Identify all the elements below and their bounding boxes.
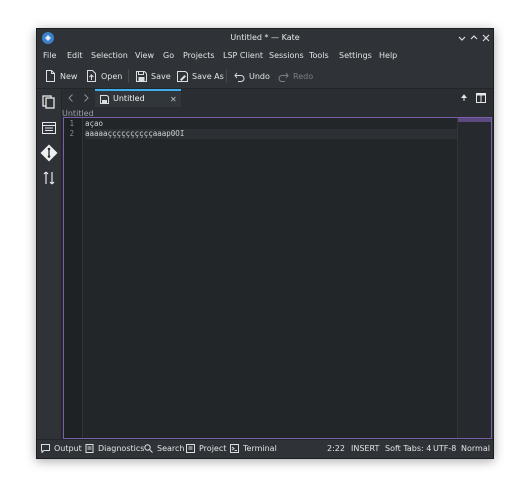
toolbar-separator xyxy=(128,69,129,83)
close-icon[interactable] xyxy=(480,32,492,44)
code-line-current[interactable]: aaaaaççççççççççaaap0OI xyxy=(85,129,457,139)
projects-icon[interactable] xyxy=(42,171,56,185)
output-button[interactable]: Output xyxy=(41,444,82,453)
undo-button[interactable]: Undo xyxy=(234,67,270,85)
save-as-button-label: Save As xyxy=(192,71,224,81)
line-number: 2 xyxy=(69,129,74,138)
save-icon xyxy=(100,95,109,104)
redo-icon xyxy=(278,72,289,82)
menu-projects[interactable]: Projects xyxy=(183,51,215,60)
menu-selection[interactable]: Selection xyxy=(91,51,128,60)
back-icon[interactable] xyxy=(66,93,76,103)
output-label: Output xyxy=(54,444,82,453)
menu-help[interactable]: Help xyxy=(379,51,397,60)
menu-edit[interactable]: Edit xyxy=(67,51,83,60)
status-bar: Output Diagnostics Search Project Termin… xyxy=(37,439,493,458)
save-button[interactable]: Save xyxy=(136,67,171,85)
open-button-label: Open xyxy=(101,71,123,81)
kate-window: Untitled * — Kate File Edit Selection Vi… xyxy=(36,28,494,459)
save-icon xyxy=(136,70,147,82)
menu-tools[interactable]: Tools xyxy=(309,51,329,60)
save-button-label: Save xyxy=(151,71,171,81)
tab-bar: Untitled ✕ xyxy=(62,89,493,107)
menu-sessions[interactable]: Sessions xyxy=(269,51,304,60)
tab-untitled[interactable]: Untitled ✕ xyxy=(95,89,181,107)
redo-button[interactable]: Redo xyxy=(278,67,313,85)
git-icon[interactable] xyxy=(40,144,58,162)
search-button[interactable]: Search xyxy=(144,444,184,453)
new-button[interactable]: New xyxy=(45,67,77,85)
documents-icon[interactable] xyxy=(42,95,56,109)
redo-button-label: Redo xyxy=(293,71,314,81)
minimap[interactable] xyxy=(457,118,491,438)
diagnostics-label: Diagnostics xyxy=(98,444,145,453)
menu-lsp-client[interactable]: LSP Client xyxy=(223,51,263,60)
menu-go[interactable]: Go xyxy=(163,51,174,60)
symbols-icon[interactable] xyxy=(42,121,56,135)
tab-label: Untitled xyxy=(113,94,145,103)
maximize-icon[interactable] xyxy=(468,32,480,44)
project-label: Project xyxy=(199,444,227,453)
input-mode[interactable]: INSERT xyxy=(351,444,379,453)
search-icon xyxy=(144,444,153,453)
project-icon xyxy=(186,444,195,453)
minimap-viewport[interactable] xyxy=(458,118,491,122)
left-sidebar xyxy=(37,89,62,439)
main-toolbar: New Open Save Save As Undo Redo xyxy=(37,64,493,89)
menu-bar: File Edit Selection View Go Projects LSP… xyxy=(37,48,493,64)
new-document-icon xyxy=(46,70,55,82)
tab-close-icon[interactable]: ✕ xyxy=(170,95,177,104)
cursor-position[interactable]: 2:22 xyxy=(327,444,345,453)
project-button[interactable]: Project xyxy=(186,444,226,453)
search-label: Search xyxy=(157,444,185,453)
terminal-icon xyxy=(230,444,239,453)
open-folder-icon xyxy=(87,70,96,82)
menu-view[interactable]: View xyxy=(135,51,154,60)
terminal-label: Terminal xyxy=(243,444,277,453)
diagnostics-icon xyxy=(85,444,94,453)
menu-settings[interactable]: Settings xyxy=(339,51,372,60)
open-button[interactable]: Open xyxy=(86,67,122,85)
window-title: Untitled * — Kate xyxy=(230,33,300,42)
undo-icon xyxy=(234,72,245,82)
code-line[interactable]: açao xyxy=(85,119,457,129)
diagnostics-button[interactable]: Diagnostics xyxy=(85,444,144,453)
title-bar[interactable]: Untitled * — Kate xyxy=(37,29,493,48)
save-as-icon xyxy=(177,70,188,82)
menu-file[interactable]: File xyxy=(43,51,56,60)
forward-icon[interactable] xyxy=(81,93,91,103)
minimize-icon[interactable] xyxy=(456,32,468,44)
line-number-gutter: 1 2 xyxy=(64,118,83,438)
editor-view[interactable]: 1 2 açao aaaaaççççççççççaaap0OI xyxy=(63,117,492,439)
split-view-icon[interactable] xyxy=(476,93,486,103)
indentation-setting[interactable]: Soft Tabs: 4 xyxy=(385,444,431,453)
encoding[interactable]: UTF-8 xyxy=(433,444,456,453)
quick-open-icon[interactable] xyxy=(459,93,469,103)
output-icon xyxy=(41,444,50,453)
undo-button-label: Undo xyxy=(249,71,270,81)
line-number: 1 xyxy=(69,119,74,128)
toolbar-separator xyxy=(226,69,227,83)
terminal-button[interactable]: Terminal xyxy=(230,444,277,453)
syntax-mode[interactable]: Normal xyxy=(461,444,490,453)
save-as-button[interactable]: Save As xyxy=(177,67,224,85)
new-button-label: New xyxy=(60,71,78,81)
